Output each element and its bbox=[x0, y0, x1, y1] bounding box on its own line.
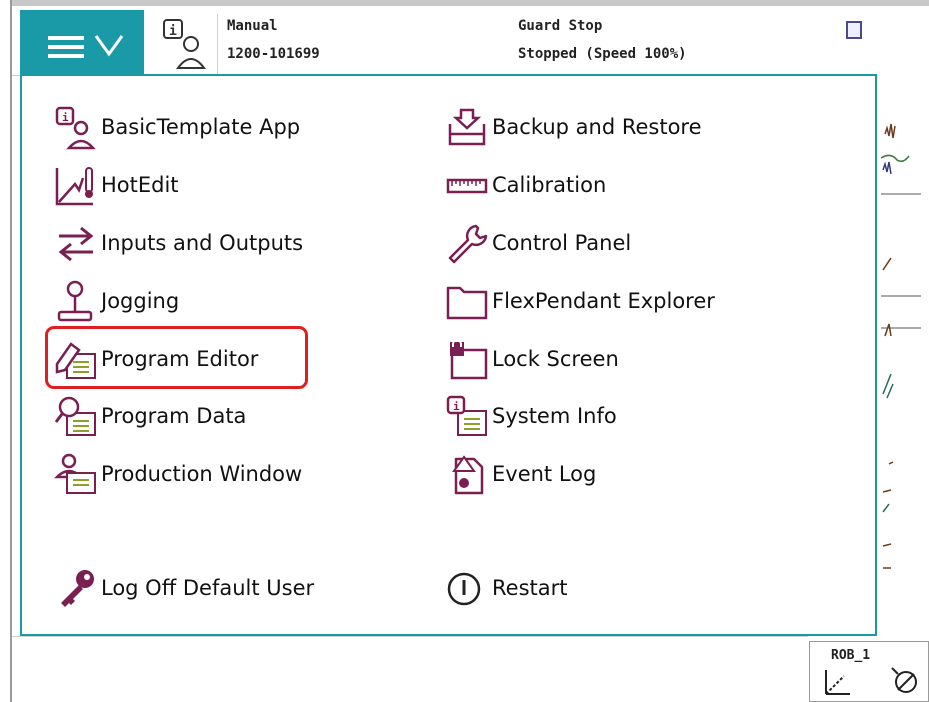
guard-state: Guard Stop bbox=[518, 18, 603, 34]
menu-item-label: HotEdit bbox=[101, 173, 179, 197]
status-bar: i Manual 1200-101699 Guard Stop Stopped … bbox=[12, 6, 862, 78]
menu-item-lock-screen[interactable]: Lock Screen bbox=[440, 336, 619, 382]
power-icon bbox=[440, 565, 492, 611]
abb-menu-button[interactable] bbox=[20, 10, 144, 78]
key-icon bbox=[49, 565, 101, 611]
stop-status-icon[interactable] bbox=[846, 21, 862, 39]
menu-item-production-window[interactable]: Production Window bbox=[49, 451, 302, 497]
system-info-icon: i bbox=[440, 393, 492, 439]
backup-restore-icon bbox=[440, 104, 492, 150]
menu-item-program-data[interactable]: Program Data bbox=[49, 393, 246, 439]
menu-item-jogging[interactable]: Jogging bbox=[49, 278, 179, 324]
menu-item-control-panel[interactable]: Control Panel bbox=[440, 220, 631, 266]
restart-button[interactable]: Restart bbox=[440, 565, 567, 611]
background-program-strip bbox=[880, 123, 921, 569]
info-person-icon: i bbox=[49, 104, 101, 150]
menu-item-label: Calibration bbox=[492, 173, 607, 197]
svg-text:i: i bbox=[169, 24, 177, 39]
menu-item-label: BasicTemplate App bbox=[101, 115, 301, 139]
joystick-icon bbox=[49, 278, 101, 324]
arrows-exchange-icon bbox=[49, 220, 101, 266]
menu-item-label: FlexPendant Explorer bbox=[492, 289, 715, 313]
menu-item-basictemplate-app[interactable]: i BasicTemplate App bbox=[49, 104, 300, 150]
log-off-button[interactable]: Log Off Default User bbox=[49, 565, 314, 611]
menu-item-label: System Info bbox=[492, 404, 617, 428]
hotedit-icon bbox=[49, 162, 101, 208]
menu-item-hotedit[interactable]: HotEdit bbox=[49, 162, 179, 208]
production-window-icon bbox=[49, 451, 101, 497]
menu-item-label: Control Panel bbox=[492, 231, 632, 255]
ruler-icon bbox=[440, 162, 492, 208]
restart-label: Restart bbox=[492, 576, 568, 600]
menu-item-label: Inputs and Outputs bbox=[101, 231, 304, 255]
hamburger-icon bbox=[48, 36, 84, 58]
menu-item-label: Lock Screen bbox=[492, 347, 619, 371]
lock-icon bbox=[440, 336, 492, 382]
folder-icon bbox=[440, 278, 492, 324]
svg-text:i: i bbox=[453, 400, 460, 413]
operating-mode: Manual bbox=[227, 18, 278, 34]
menu-item-label: Backup and Restore bbox=[492, 115, 702, 139]
event-log-icon bbox=[440, 451, 492, 497]
run-state: Stopped (Speed 100%) bbox=[518, 46, 687, 62]
taskbar-divider bbox=[12, 636, 808, 637]
menu-item-label: Jogging bbox=[101, 289, 180, 313]
system-id: 1200-101699 bbox=[227, 46, 320, 62]
robot-label: ROB_1 bbox=[831, 648, 871, 663]
svg-text:i: i bbox=[62, 111, 69, 124]
menu-item-system-info[interactable]: i System Info bbox=[440, 393, 617, 439]
menu-item-inputs-and-outputs[interactable]: Inputs and Outputs bbox=[49, 220, 303, 266]
wrench-icon bbox=[440, 220, 492, 266]
chevron-down-icon bbox=[94, 35, 124, 57]
status-separator bbox=[217, 14, 218, 74]
menu-item-event-log[interactable]: Event Log bbox=[440, 451, 596, 497]
coordinate-axes-icon bbox=[825, 670, 850, 695]
menu-item-backup-and-restore[interactable]: Backup and Restore bbox=[440, 104, 702, 150]
menu-item-flexpendant-explorer[interactable]: FlexPendant Explorer bbox=[440, 278, 715, 324]
program-data-icon bbox=[49, 393, 101, 439]
tool-icon bbox=[891, 667, 917, 693]
menu-item-label: Production Window bbox=[101, 462, 303, 486]
menu-item-calibration[interactable]: Calibration bbox=[440, 162, 606, 208]
program-editor-highlight bbox=[45, 326, 308, 389]
window-left-border bbox=[10, 0, 12, 702]
menu-item-label: Program Data bbox=[101, 404, 247, 428]
operator-window-icon[interactable]: i bbox=[160, 16, 212, 72]
menu-item-label: Event Log bbox=[492, 462, 597, 486]
log-off-label: Log Off Default User bbox=[101, 576, 315, 600]
